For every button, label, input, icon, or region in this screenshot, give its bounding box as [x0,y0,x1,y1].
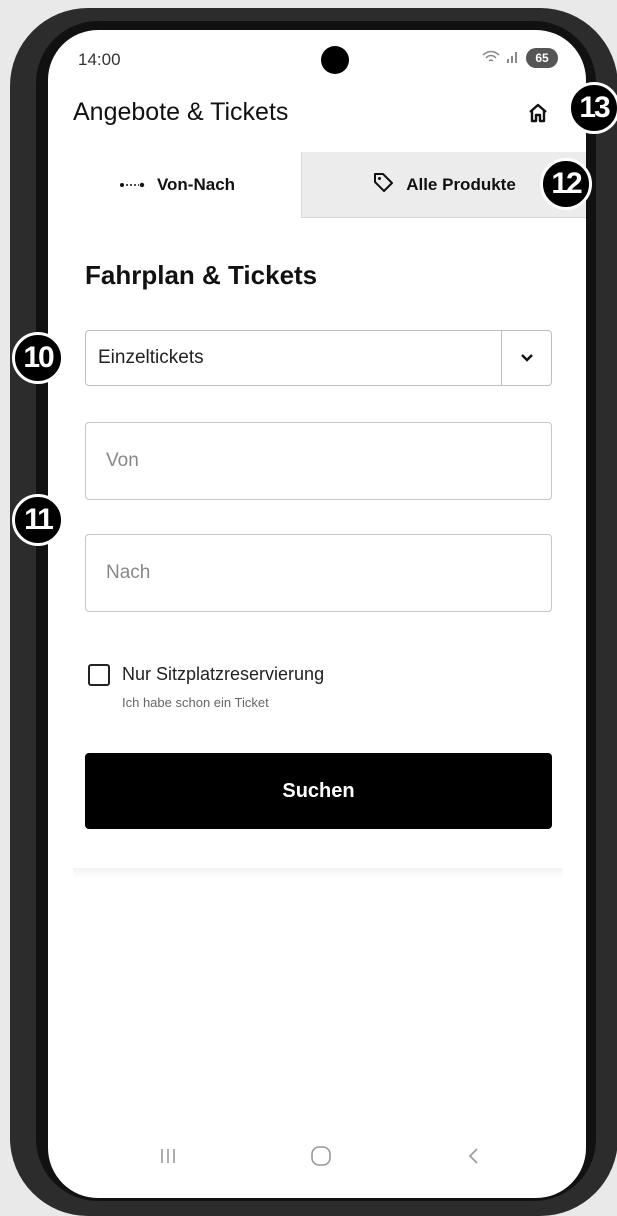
status-time: 14:00 [78,50,121,69]
seat-reservation-checkbox[interactable] [88,664,110,686]
callout-13: 13 [568,82,617,134]
app-screen: 14:00 65 Angebote & Tickets Von-Nach All… [48,30,586,1198]
wifi-icon [482,50,500,67]
chevron-down-icon[interactable] [501,331,551,385]
ticket-type-select[interactable]: Einzeltickets [85,330,552,386]
tab-label: Alle Produkte [406,174,516,194]
section-title: Fahrplan & Tickets [85,260,318,290]
status-icons: 65 [482,48,558,68]
home-nav-icon[interactable] [301,1136,341,1176]
tab-bar: Von-Nach Alle Produkte [48,152,586,218]
callout-10: 10 [12,332,64,384]
ticket-type-value: Einzeltickets [98,347,204,368]
route-icon [119,175,145,195]
battery-icon: 65 [526,48,558,68]
signal-icon [506,50,520,67]
from-input[interactable] [85,422,552,500]
tag-icon [372,171,394,198]
system-nav-bar [48,1118,586,1198]
home-icon[interactable] [523,98,553,128]
to-input[interactable] [85,534,552,612]
section-divider [73,868,563,878]
back-icon[interactable] [453,1136,493,1176]
seat-reservation-label: Nur Sitzplatzreservierung [122,664,325,684]
tab-label: Von-Nach [156,175,236,194]
recent-apps-icon[interactable] [148,1136,188,1176]
search-button[interactable]: Suchen [85,753,552,829]
seat-reservation-sublabel: Ich habe schon ein Ticket [122,695,269,710]
callout-11: 11 [12,494,64,546]
tab-von-nach[interactable]: Von-Nach [53,152,301,218]
callout-12: 12 [540,158,592,210]
camera-cutout [321,46,349,74]
page-title: Angebote & Tickets [73,98,289,126]
